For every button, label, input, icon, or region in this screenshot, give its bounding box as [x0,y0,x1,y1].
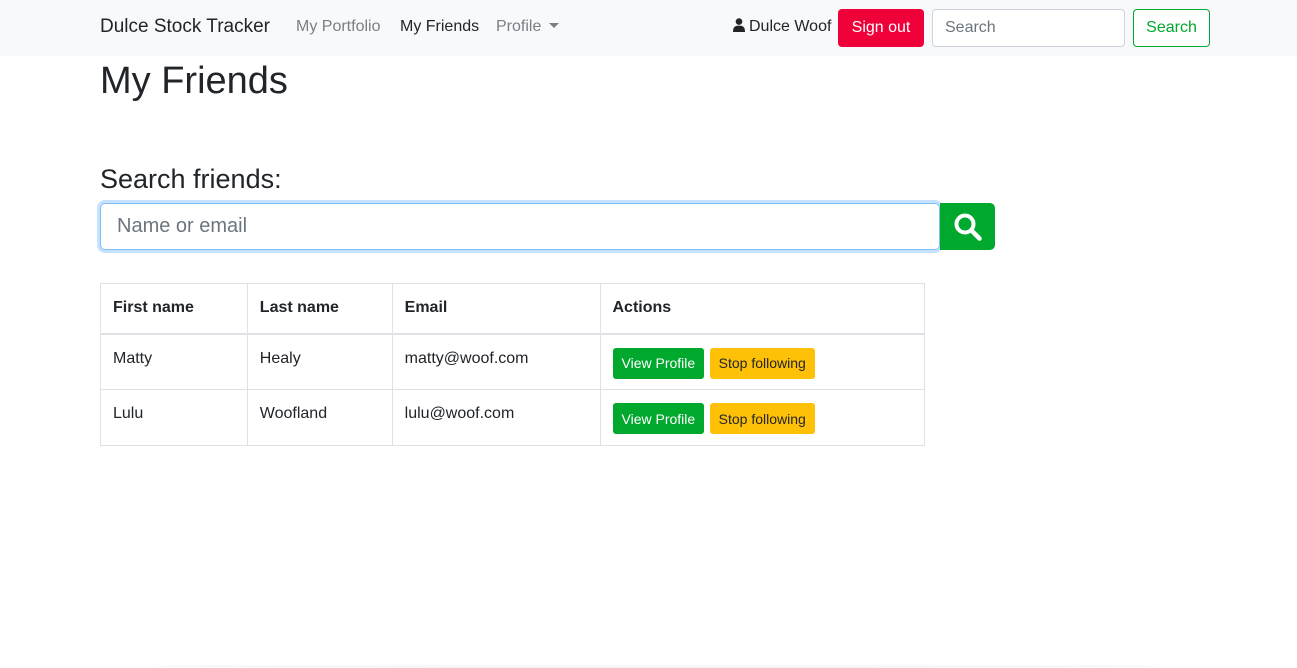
table-row: Lulu Woofland lulu@woof.com View Profile… [100,389,925,446]
brand-link[interactable]: Dulce Stock Tracker [100,16,270,38]
stop-following-button[interactable]: Stop following [709,403,815,434]
nav-dropdown-profile-label: Profile [496,18,542,35]
page-bottom-shadow [150,664,1160,668]
nav-dropdown-profile[interactable]: Profile [496,18,560,36]
nav-link-my-friends[interactable]: My Friends [400,18,479,36]
cell-last-name: Healy [246,333,393,390]
header-email: Email [391,283,601,335]
table-row: Matty Healy matty@woof.com View Profile … [100,333,925,390]
navbar: Dulce Stock Tracker My Portfolio My Frie… [0,0,1297,56]
header-last-name: Last name [246,283,393,335]
sign-out-button[interactable]: Sign out [838,9,924,47]
cell-first-name: Matty [100,333,248,390]
view-profile-button[interactable]: View Profile [612,403,705,434]
cell-email: lulu@woof.com [391,389,601,446]
cell-actions: View Profile Stop following [599,389,925,446]
view-profile-button[interactable]: View Profile [612,347,705,379]
cell-actions: View Profile Stop following [599,333,925,390]
current-user: Dulce Woof [733,18,831,36]
nav-link-my-portfolio[interactable]: My Portfolio [296,18,380,36]
friends-table: First name Last name Email Actions Matty… [100,283,925,446]
page-title: My Friends [100,60,288,102]
user-icon [733,18,745,32]
header-actions: Actions [599,283,925,335]
search-friends-heading: Search friends: [100,164,282,194]
friend-search-button[interactable] [940,203,995,250]
friend-search-input[interactable] [100,203,940,250]
navbar-search-input[interactable] [932,9,1125,47]
search-icon [954,213,982,241]
table-header-row: First name Last name Email Actions [100,283,925,335]
cell-first-name: Lulu [100,389,248,446]
stop-following-button[interactable]: Stop following [709,347,815,379]
cell-last-name: Woofland [246,389,393,446]
user-name: Dulce Woof [749,18,832,35]
cell-email: matty@woof.com [391,333,601,390]
header-first-name: First name [100,283,248,335]
navbar-search-button[interactable]: Search [1133,9,1210,47]
caret-down-icon [549,23,560,28]
